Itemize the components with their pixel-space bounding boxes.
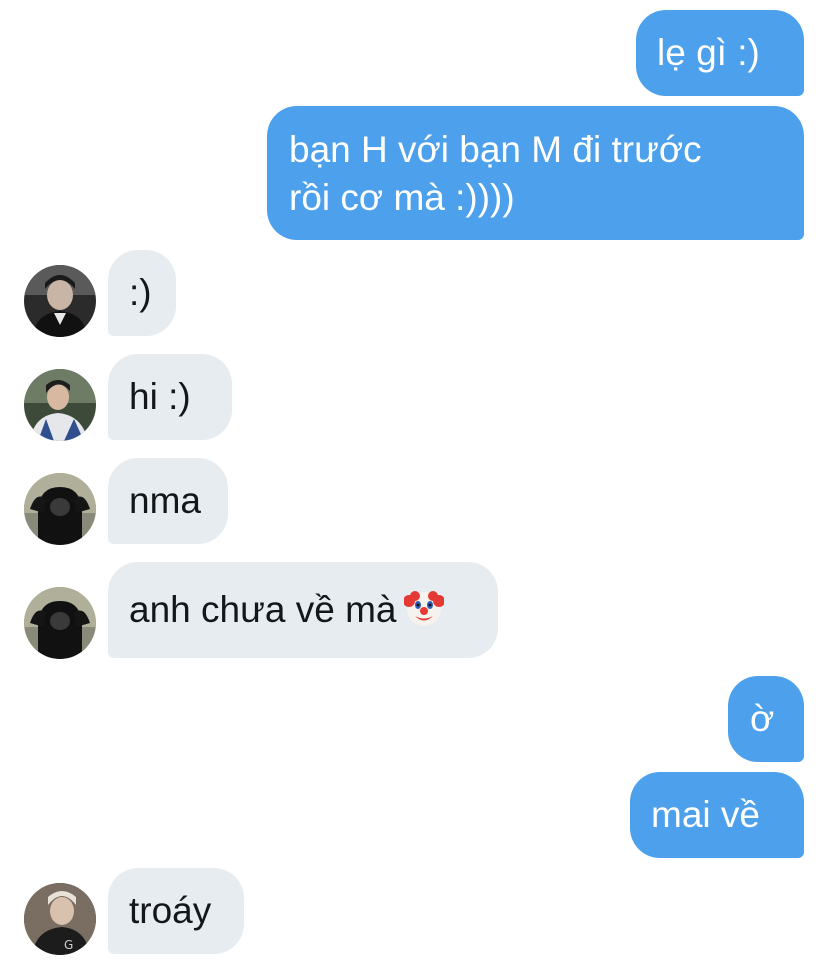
clown-face-icon <box>403 588 446 628</box>
conversation-thread: lẹ gì :) bạn H với bạn M đi trước rồi cơ… <box>0 0 828 968</box>
user-avatar-2[interactable] <box>24 369 96 441</box>
incoming-message[interactable]: hi :) <box>108 354 232 440</box>
message-text: :) <box>129 272 152 313</box>
message-text: hi :) <box>129 376 191 417</box>
message-text: troáy <box>129 890 212 931</box>
outgoing-message[interactable]: ờ <box>728 676 804 762</box>
outgoing-message[interactable]: bạn H với bạn M đi trước rồi cơ mà :)))) <box>267 106 804 240</box>
user-avatar-3[interactable] <box>24 587 96 659</box>
incoming-message[interactable]: nma <box>108 458 228 544</box>
outgoing-message[interactable]: mai về <box>630 772 804 858</box>
message-text: anh chưa về mà <box>129 589 397 630</box>
outgoing-message[interactable]: lẹ gì :) <box>636 10 804 96</box>
message-text: mai về <box>651 794 760 835</box>
message-text: nma <box>129 480 201 521</box>
message-text: ờ <box>750 698 775 739</box>
user-avatar-3[interactable] <box>24 473 96 545</box>
svg-text:G: G <box>64 938 73 952</box>
user-avatar-1[interactable] <box>24 265 96 337</box>
user-avatar-4[interactable]: G <box>24 883 96 955</box>
message-text: lẹ gì :) <box>657 32 760 73</box>
incoming-message[interactable]: anh chưa về mà <box>108 562 498 658</box>
message-text: bạn H với bạn M đi trước rồi cơ mà :)))) <box>289 129 702 218</box>
incoming-message[interactable]: :) <box>108 250 176 336</box>
incoming-message[interactable]: troáy <box>108 868 244 954</box>
